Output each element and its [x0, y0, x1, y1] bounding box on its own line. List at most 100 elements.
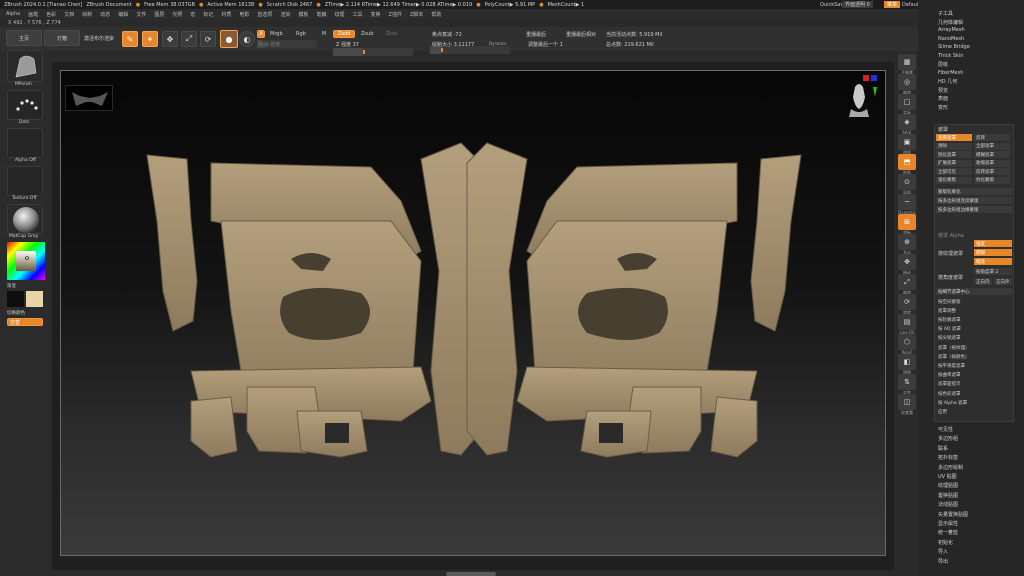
- mask-button[interactable]: 反转: [974, 134, 1010, 141]
- mask-list-item[interactable]: 按轮廓遮罩: [936, 316, 1012, 323]
- bottom-shelf-handle[interactable]: [446, 572, 496, 576]
- view-tool-icon[interactable]: □: [898, 94, 916, 110]
- view-tool-icon[interactable]: ◎: [898, 74, 916, 90]
- tool-subpalette-item[interactable]: 置换贴图: [938, 492, 958, 499]
- menu-item[interactable]: 编辑: [118, 11, 128, 18]
- view-tool-icon[interactable]: ▦: [898, 54, 916, 70]
- tool-subpalette-item[interactable]: 拓扑标签: [938, 454, 958, 461]
- brush-thumbnail[interactable]: [7, 50, 43, 82]
- menu-item[interactable]: 变换: [371, 11, 381, 18]
- alpha-thumbnail[interactable]: [7, 128, 43, 158]
- menu-item[interactable]: 帮助: [431, 11, 441, 18]
- replay-last-relative-button[interactable]: 重播最后相对: [566, 31, 596, 38]
- mask-list-item[interactable]: 按空间蒙版: [936, 298, 1012, 305]
- main-color-swatch[interactable]: [7, 291, 24, 307]
- mask-list-item[interactable]: 遮罩面提示: [936, 381, 1012, 388]
- gradient-label[interactable]: 渐变: [7, 283, 16, 289]
- material-thumbnail[interactable]: [7, 204, 43, 234]
- mask-list-item[interactable]: 按 Alpha 遮罩: [936, 399, 1012, 406]
- menu-item[interactable]: 宏: [190, 11, 195, 18]
- tool-subpalette-item[interactable]: 可见性: [938, 426, 953, 433]
- tool-subpalette-item[interactable]: 多边形组: [938, 435, 958, 442]
- tool-subpalette-item[interactable]: Slime Bridge: [938, 44, 970, 50]
- mask-button[interactable]: 强化蒙版: [936, 176, 972, 184]
- tool-subpalette-item[interactable]: 联系: [938, 445, 948, 452]
- draw-icon[interactable]: ✦: [142, 31, 158, 47]
- tool-subpalette-item[interactable]: ArrayMesh: [938, 27, 965, 33]
- view-tool-icon[interactable]: ~: [898, 194, 916, 210]
- ui-transparency-slider[interactable]: 界面透明 0: [842, 1, 873, 8]
- tool-subpalette-item[interactable]: 初始化: [938, 539, 953, 546]
- view-tool-icon[interactable]: ⊕: [898, 234, 916, 250]
- mask-texture-option[interactable]: 模糊: [974, 249, 1012, 256]
- material-icon[interactable]: ●: [220, 30, 238, 48]
- tool-subpalette-item[interactable]: 矢量置换贴图: [938, 511, 968, 518]
- view-tool-icon[interactable]: ◫: [898, 394, 916, 410]
- menu-item[interactable]: 标记: [203, 11, 213, 18]
- mask-list-item[interactable]: 按曲率遮罩: [936, 372, 1012, 379]
- tool-subpalette-item[interactable]: 变形: [938, 104, 948, 111]
- m-button[interactable]: M: [322, 31, 326, 37]
- mask-button[interactable]: 反转遮罩: [974, 168, 1010, 175]
- zsub-button[interactable]: Zsub: [361, 31, 373, 37]
- a-button[interactable]: A: [257, 30, 265, 38]
- rotate-icon[interactable]: ⟳: [200, 31, 216, 47]
- mask-button[interactable]: 全部可见: [936, 168, 972, 175]
- mask-title[interactable]: 遮罩: [938, 126, 948, 133]
- mask-button[interactable]: 扩展遮罩: [936, 159, 972, 167]
- mask-button[interactable]: 抗化蒙版: [974, 176, 1010, 184]
- view-tool-icon[interactable]: ▣: [898, 134, 916, 150]
- menu-item[interactable]: 笔触: [316, 11, 326, 18]
- mask-texture-option[interactable]: 强度: [974, 240, 1012, 247]
- tool-subpalette-item[interactable]: 预览: [938, 87, 948, 94]
- menu-item[interactable]: 文档: [64, 11, 74, 18]
- mask-option-button[interactable]: 蒙版轮廓化: [936, 188, 1012, 195]
- mask-option-button[interactable]: 按多边形组边缘蒙版: [936, 206, 1012, 213]
- zadd-button[interactable]: Zadd: [333, 30, 355, 38]
- tool-subpalette-item[interactable]: FiberMesh: [938, 70, 963, 76]
- lightbox-button[interactable]: 灯箱: [44, 30, 80, 46]
- tool-subpalette-item[interactable]: 导出: [938, 558, 948, 565]
- tool-subpalette-item[interactable]: 法线贴图: [938, 501, 958, 508]
- menu-item[interactable]: 模板: [298, 11, 308, 18]
- mask-button[interactable]: 清除: [936, 142, 972, 150]
- replay-last-button[interactable]: 重播最后: [526, 31, 546, 38]
- zcut-button[interactable]: Zcut: [386, 31, 397, 37]
- mask-button[interactable]: 查看遮罩: [936, 134, 972, 141]
- mask-list-item[interactable]: 按平滑度遮罩: [936, 362, 1012, 369]
- tool-subpalette-item[interactable]: UV 贴图: [938, 473, 957, 480]
- angle-outward-button[interactable]: 正向外: [994, 278, 1012, 285]
- menu-item[interactable]: 文件: [136, 11, 146, 18]
- document-canvas[interactable]: [60, 70, 886, 556]
- scale-icon[interactable]: ⤢: [181, 31, 197, 47]
- view-tool-icon[interactable]: ⤢: [898, 274, 916, 290]
- mrgb-button[interactable]: Mrgb: [270, 31, 283, 37]
- menu-item[interactable]: 工具: [353, 11, 363, 18]
- mask-list-item[interactable]: 遮罩调整: [936, 307, 1012, 314]
- move-icon[interactable]: ✥: [162, 31, 178, 47]
- home-button[interactable]: 主页: [6, 30, 42, 46]
- menu-item[interactable]: Alpha: [6, 11, 20, 17]
- menu-item[interactable]: 光照: [172, 11, 182, 18]
- alternate-button[interactable]: 交替: [7, 318, 43, 326]
- tool-subpalette-item[interactable]: 表面: [938, 95, 948, 102]
- angle-slider[interactable]: 按角度罩 2: [974, 268, 1012, 275]
- tool-subpalette-item[interactable]: NanoMesh: [938, 36, 964, 42]
- view-tool-icon[interactable]: ⟳: [898, 294, 916, 310]
- rgb-button[interactable]: Rgb: [296, 31, 306, 37]
- view-tool-icon[interactable]: ✥: [898, 254, 916, 270]
- view-tool-icon[interactable]: ◧: [898, 354, 916, 370]
- mask-button[interactable]: 全部遮罩: [974, 142, 1010, 150]
- mask-center-button[interactable]: 按细节遮罩中心: [936, 288, 1012, 295]
- secondary-color-swatch[interactable]: [26, 291, 43, 307]
- menu-item[interactable]: Z插件: [389, 11, 402, 18]
- menu-item[interactable]: Z脚本: [410, 11, 423, 18]
- mask-texture-option[interactable]: 缩放: [974, 258, 1012, 265]
- menu-button[interactable]: 菜单: [884, 1, 901, 8]
- mask-list-item[interactable]: 应用: [936, 408, 1012, 415]
- angle-inward-button[interactable]: 正向内: [974, 278, 992, 285]
- mask-list-item[interactable]: 遮罩（按纹理）: [936, 344, 1012, 351]
- live-boolean-toggle[interactable]: 激活布尔渲染: [84, 35, 114, 42]
- tool-subpalette-item[interactable]: Thick Skin: [938, 53, 963, 59]
- edit-icon[interactable]: ✎: [122, 31, 138, 47]
